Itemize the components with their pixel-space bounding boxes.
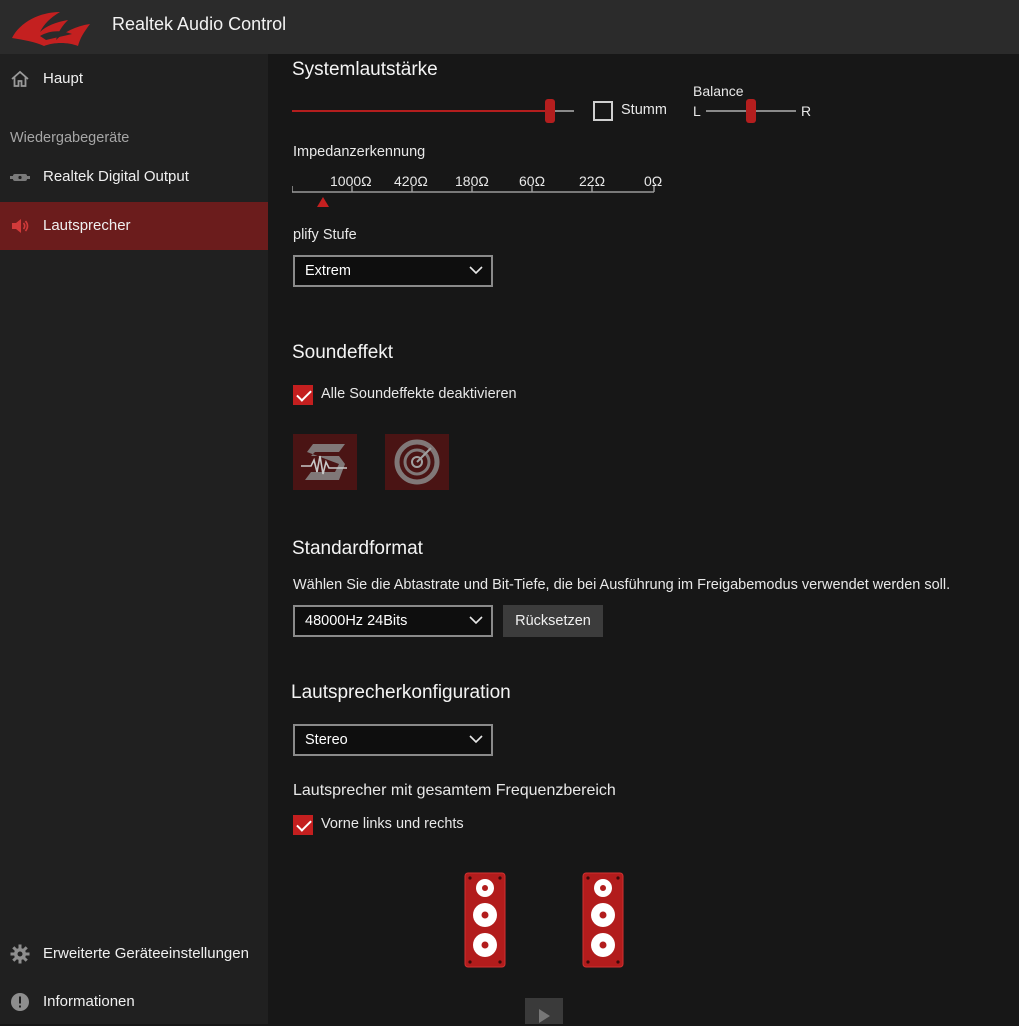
format-select-value: 48000Hz 24Bits: [305, 613, 408, 629]
front-lr-label: Vorne links und rechts: [321, 816, 464, 832]
disable-effects-label: Alle Soundeffekte deaktivieren: [321, 386, 517, 402]
mute-label: Stumm: [621, 102, 667, 118]
sidebar-item-lautsprecher[interactable]: Lautsprecher: [0, 202, 268, 250]
balance-title: Balance: [693, 83, 744, 99]
section-label-playback-devices: Wiedergabegeräte: [10, 130, 130, 146]
play-test-button[interactable]: [525, 998, 563, 1024]
impedance-tick-label: 60Ω: [519, 173, 546, 189]
fullrange-title: Lautsprecher mit gesamtem Frequenzbereic…: [293, 782, 616, 799]
sidebar-item-label: Erweiterte Geräteeinstellungen: [43, 945, 249, 962]
balance-left-label: L: [693, 103, 701, 119]
front-lr-checkbox[interactable]: [293, 815, 313, 835]
impedance-indicator-icon: [317, 197, 329, 207]
volume-slider-filled: [292, 110, 550, 112]
sidebar-item-label: Informationen: [43, 993, 135, 1010]
amplify-select-value: Extrem: [305, 263, 351, 279]
impedance-tick-label: 420Ω: [394, 173, 428, 189]
speaker-left-icon[interactable]: [464, 872, 506, 968]
sonic-studio-icon: [301, 444, 347, 480]
impedance-tick-label: 1000Ω: [330, 173, 372, 189]
sonic-studio-tile[interactable]: [293, 434, 357, 490]
impedance-tick-label: 22Ω: [579, 173, 606, 189]
volume-slider-thumb[interactable]: [545, 99, 555, 123]
sidebar: Haupt Wiedergabegeräte Realtek Digital O…: [0, 54, 268, 1024]
speaker-config-title: Lautsprecherkonfiguration: [291, 682, 511, 703]
reset-button[interactable]: Rücksetzen: [503, 605, 603, 637]
sidebar-item-label: Haupt: [43, 70, 84, 87]
amplify-label: plify Stufe: [293, 227, 357, 243]
volume-title: Systemlautstärke: [292, 59, 438, 80]
rog-logo: [12, 12, 90, 46]
sidebar-item-label: Realtek Digital Output: [43, 168, 189, 185]
sidebar-item-info[interactable]: Informationen: [0, 978, 268, 1026]
format-description: Wählen Sie die Abtastrate und Bit-Tiefe,…: [293, 577, 951, 593]
impedance-tick-label: 180Ω: [455, 173, 489, 189]
format-select[interactable]: 48000Hz 24Bits: [293, 605, 493, 637]
balance-slider-thumb[interactable]: [746, 99, 756, 123]
amplify-select[interactable]: Extrem: [293, 255, 493, 287]
soundeffect-title: Soundeffekt: [292, 342, 394, 363]
volume-slider-rest: [554, 110, 574, 112]
gear-icon: [10, 944, 30, 964]
sidebar-item-label: Lautsprecher: [43, 217, 131, 234]
sonic-radar-tile[interactable]: [385, 434, 449, 490]
balance-slider[interactable]: [706, 98, 796, 124]
play-icon: [539, 1009, 550, 1023]
disable-effects-checkbox[interactable]: [293, 385, 313, 405]
impedance-title: Impedanzerkennung: [293, 144, 426, 160]
chevron-down-icon: [469, 735, 483, 744]
impedance-tick-label: 0Ω: [644, 173, 663, 189]
speaker-config-select-value: Stereo: [305, 732, 348, 748]
main-panel: Systemlautstärke Stumm Balance L R Imped…: [268, 54, 1019, 1024]
balance-right-label: R: [801, 103, 812, 119]
digital-output-icon: [10, 174, 30, 181]
speaker-right-icon[interactable]: [582, 872, 624, 968]
volume-slider[interactable]: [292, 98, 574, 124]
speaker-config-select[interactable]: Stereo: [293, 724, 493, 756]
app-title: Realtek Audio Control: [112, 14, 287, 34]
sidebar-item-haupt[interactable]: Haupt: [0, 55, 268, 103]
mute-checkbox[interactable]: [593, 101, 613, 121]
speaker-icon: [12, 219, 29, 233]
home-icon: [11, 70, 29, 87]
title-bar: Realtek Audio Control: [0, 0, 1019, 54]
sidebar-item-digital-output[interactable]: Realtek Digital Output: [0, 153, 268, 201]
sonic-radar-icon: [394, 439, 440, 485]
format-title: Standardformat: [292, 538, 423, 559]
chevron-down-icon: [469, 616, 483, 625]
chevron-down-icon: [469, 266, 483, 275]
info-icon: [11, 993, 29, 1011]
sidebar-item-advanced-settings[interactable]: Erweiterte Geräteeinstellungen: [0, 930, 268, 978]
